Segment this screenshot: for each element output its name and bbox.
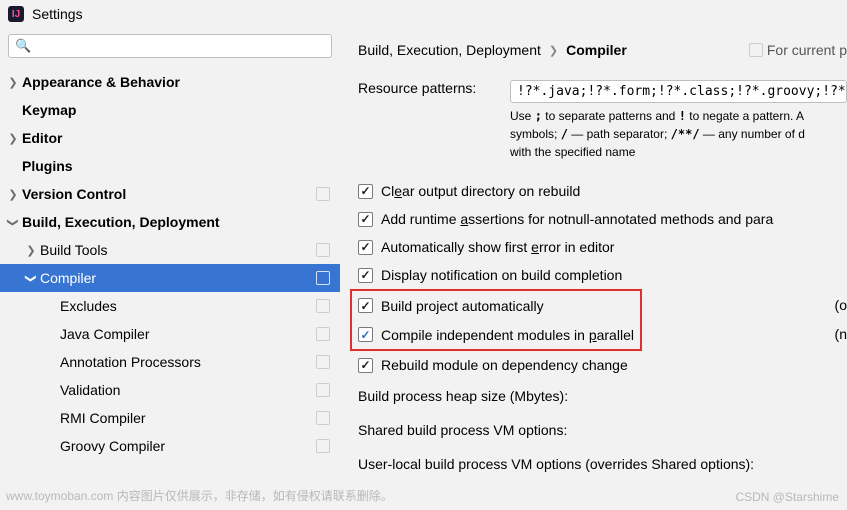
resource-patterns-help: Use ; to separate patterns and ! to nega… — [510, 107, 847, 161]
project-badge-icon — [316, 243, 330, 257]
tree-keymap[interactable]: Keymap — [0, 96, 340, 124]
search-icon: 🔍 — [15, 38, 31, 54]
chevron-down-icon: ❯ — [7, 213, 20, 231]
tree-groovy-compiler[interactable]: Groovy Compiler — [0, 432, 340, 460]
left-panel: 🔍 ❯ Appearance & Behavior Keymap ❯ Edito… — [0, 28, 340, 508]
tree-bed[interactable]: ❯ Build, Execution, Deployment — [0, 208, 340, 236]
rebuild-dep-row[interactable]: Rebuild module on dependency change — [358, 351, 847, 379]
chevron-right-icon: ❯ — [22, 244, 40, 257]
heap-size-label: Build process heap size (Mbytes): — [358, 388, 568, 404]
display-notif-label: Display notification on build completion — [381, 267, 622, 283]
project-badge-icon — [316, 355, 330, 369]
chevron-right-icon: ❯ — [4, 76, 22, 89]
side-note-n: (n — [835, 320, 847, 349]
tree-build-tools[interactable]: ❯ Build Tools — [0, 236, 340, 264]
tree-excludes[interactable]: Excludes — [0, 292, 340, 320]
project-badge-icon — [316, 383, 330, 397]
checkbox-checked-icon[interactable] — [358, 298, 373, 313]
chevron-right-icon: ❯ — [549, 44, 558, 57]
side-note-o: (o — [835, 291, 847, 320]
tree-plugins[interactable]: Plugins — [0, 152, 340, 180]
window-title: Settings — [32, 6, 83, 22]
tree-compiler[interactable]: ❯ Compiler — [0, 264, 340, 292]
resource-patterns-input[interactable]: !?*.java;!?*.form;!?*.class;!?*.groovy;!… — [510, 80, 847, 103]
tree-rmi-compiler[interactable]: RMI Compiler — [0, 404, 340, 432]
build-auto-label: Build project automatically — [381, 298, 544, 314]
tree-annotation-processors[interactable]: Annotation Processors — [0, 348, 340, 376]
chevron-right-icon: ❯ — [4, 132, 22, 145]
watermark-left: www.toymoban.com 内容图片仅供展示，非存储，如有侵权请联系删除。 — [6, 487, 393, 504]
shared-vm-row: Shared build process VM options: — [358, 413, 847, 447]
rebuild-dep-label: Rebuild module on dependency change — [381, 357, 628, 373]
watermark-right: CSDN @Starshime — [735, 490, 839, 504]
chevron-down-icon: ❯ — [25, 269, 38, 287]
user-vm-row: User-local build process VM options (ove… — [358, 447, 847, 481]
tree-validation[interactable]: Validation — [0, 376, 340, 404]
app-icon: IJ — [8, 6, 24, 22]
project-badge-icon — [316, 327, 330, 341]
title-bar: IJ Settings — [0, 0, 847, 28]
tree-java-compiler[interactable]: Java Compiler — [0, 320, 340, 348]
highlight-box: Build project automatically Compile inde… — [350, 289, 642, 351]
checkbox-checked-icon[interactable] — [358, 358, 373, 373]
shared-vm-label: Shared build process VM options: — [358, 422, 567, 438]
auto-error-row[interactable]: Automatically show first error in editor — [358, 233, 847, 261]
build-auto-row[interactable]: Build project automatically — [358, 291, 634, 320]
for-current-project: For current p — [749, 42, 847, 58]
checkbox-checked-icon[interactable] — [358, 212, 373, 227]
search-input[interactable] — [35, 39, 325, 54]
breadcrumb-b: Compiler — [566, 42, 627, 58]
user-vm-label: User-local build process VM options (ove… — [358, 456, 754, 472]
chevron-right-icon: ❯ — [4, 188, 22, 201]
tree-editor[interactable]: ❯ Editor — [0, 124, 340, 152]
add-runtime-row[interactable]: Add runtime assertions for notnull-annot… — [358, 205, 847, 233]
compile-parallel-label: Compile independent modules in parallel — [381, 327, 634, 343]
settings-tree: ❯ Appearance & Behavior Keymap ❯ Editor … — [0, 68, 340, 508]
resource-patterns-label: Resource patterns: — [358, 80, 510, 96]
auto-error-label: Automatically show first error in editor — [381, 239, 614, 255]
checkbox-checked-icon[interactable] — [358, 327, 373, 342]
checkbox-checked-icon[interactable] — [358, 240, 373, 255]
heap-size-row: Build process heap size (Mbytes): — [358, 379, 847, 413]
clear-output-row[interactable]: Clear output directory on rebuild — [358, 177, 847, 205]
display-notif-row[interactable]: Display notification on build completion — [358, 261, 847, 289]
clear-output-label: Clear output directory on rebuild — [381, 183, 580, 199]
project-badge-icon — [316, 411, 330, 425]
project-badge-icon — [316, 439, 330, 453]
project-badge-icon — [316, 187, 330, 201]
tree-vcs[interactable]: ❯ Version Control — [0, 180, 340, 208]
right-panel: Build, Execution, Deployment ❯ Compiler … — [340, 28, 847, 508]
checkbox-checked-icon[interactable] — [358, 184, 373, 199]
project-badge-icon — [316, 299, 330, 313]
tree-appearance[interactable]: ❯ Appearance & Behavior — [0, 68, 340, 96]
add-runtime-label: Add runtime assertions for notnull-annot… — [381, 211, 773, 227]
breadcrumb-a: Build, Execution, Deployment — [358, 42, 541, 58]
breadcrumb: Build, Execution, Deployment ❯ Compiler … — [358, 42, 847, 58]
search-box[interactable]: 🔍 — [8, 34, 332, 58]
project-badge-icon — [749, 43, 763, 57]
project-badge-icon — [316, 271, 330, 285]
checkbox-checked-icon[interactable] — [358, 268, 373, 283]
compile-parallel-row[interactable]: Compile independent modules in parallel — [358, 320, 634, 349]
